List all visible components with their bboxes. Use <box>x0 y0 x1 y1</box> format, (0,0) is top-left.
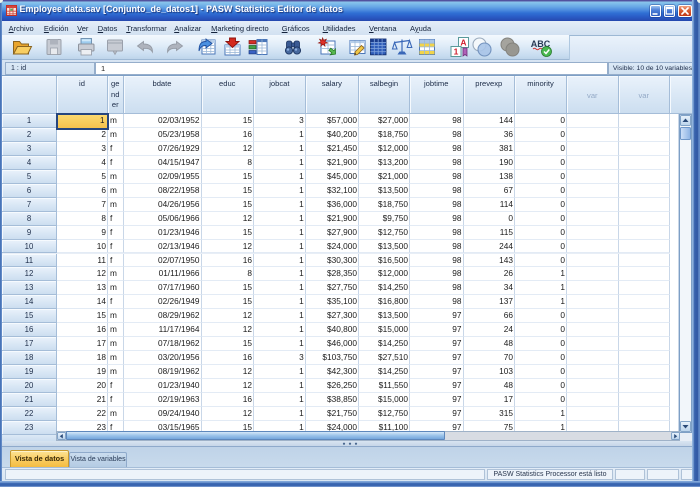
svg-text:1: 1 <box>454 47 459 57</box>
